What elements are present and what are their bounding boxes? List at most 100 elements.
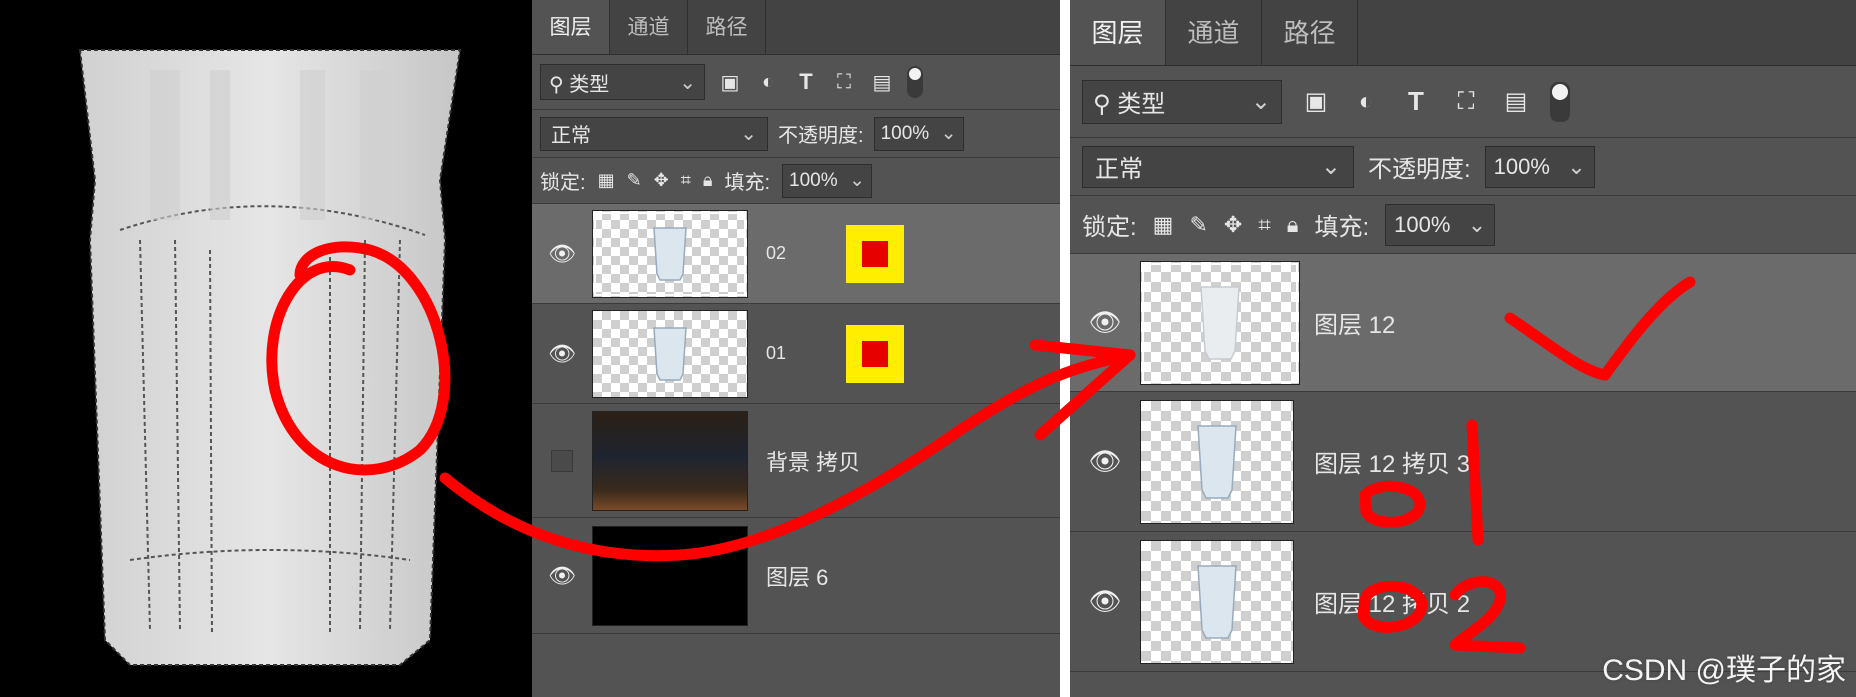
visibility-eye-icon[interactable]: 👁︎: [532, 241, 592, 267]
filter-type-label: 类型: [569, 73, 610, 96]
layer-row[interactable]: 👁︎ 02: [532, 204, 1060, 304]
visibility-eye-icon[interactable]: 👁︎: [1070, 586, 1140, 617]
layer-row[interactable]: 背景 拷贝: [532, 404, 1060, 518]
tab-channels[interactable]: 通道: [610, 0, 688, 54]
opacity-field[interactable]: 100% ⌄: [873, 116, 964, 151]
fill-value: 100%: [789, 169, 838, 191]
layer-thumbnail: [592, 309, 748, 398]
lock-all-icon[interactable]: 🔒︎: [703, 170, 713, 191]
layer-name: 图层 12 拷贝 3: [1314, 451, 1471, 478]
filter-toggle[interactable]: [907, 66, 923, 98]
filter-type-dropdown[interactable]: ⚲ 类型 ⌄: [540, 64, 705, 100]
lock-artboard-icon[interactable]: ⌗: [681, 170, 691, 191]
tab-layers[interactable]: 图层: [532, 0, 610, 54]
type-filter-icon[interactable]: T: [1400, 86, 1432, 117]
opacity-label: 不透明度:: [1368, 156, 1471, 183]
blend-row: 正常 ⌄ 不透明度: 100% ⌄: [532, 110, 1060, 158]
lock-row: 锁定: ▦ ✎ ✥ ⌗ 🔒︎ 填充: 100% ⌄: [1070, 196, 1856, 254]
layer-thumbnail: [592, 525, 748, 626]
opacity-value: 100%: [1493, 153, 1550, 179]
layer-row[interactable]: 👁︎ 图层 12: [1070, 254, 1856, 392]
layer-thumbnail: [1140, 539, 1294, 664]
glass-thumb-icon: [653, 326, 687, 381]
adjustment-filter-icon[interactable]: ◐: [755, 71, 781, 94]
lock-position-icon[interactable]: ✥: [654, 170, 669, 191]
marker-square: [846, 224, 904, 283]
chevron-down-icon: ⌄: [1567, 153, 1586, 179]
lock-position-icon[interactable]: ✥: [1224, 212, 1242, 238]
layer-thumbnail: [1140, 260, 1300, 385]
filter-type-dropdown[interactable]: ⚲ 类型 ⌄: [1082, 79, 1282, 124]
layer-name: 图层 12 拷贝 2: [1314, 591, 1471, 618]
separator: [1060, 0, 1070, 697]
blend-mode-value: 正常: [1095, 156, 1143, 183]
shape-filter-icon[interactable]: ⛶: [1450, 88, 1482, 116]
filter-type-label: 类型: [1117, 91, 1166, 118]
chevron-down-icon: ⌄: [740, 123, 757, 145]
layer-thumbnail: [1140, 399, 1294, 524]
lock-transparent-icon[interactable]: ▦: [598, 170, 615, 191]
tab-paths[interactable]: 路径: [1262, 0, 1358, 65]
panel-tabs: 图层 通道 路径: [532, 0, 1060, 55]
background-copy-thumbnail: [592, 410, 748, 511]
blend-mode-dropdown[interactable]: 正常 ⌄: [540, 116, 768, 151]
layers-panel-left: 图层 通道 路径 ⚲ 类型 ⌄ ▣ ◐ T ⛶ ▤ 正常 ⌄ 不透明度: 100…: [532, 0, 1060, 697]
filter-row: ⚲ 类型 ⌄ ▣ ◐ T ⛶ ▤: [532, 55, 1060, 110]
chevron-down-icon: ⌄: [1467, 211, 1487, 237]
layers-panel-right: 图层 通道 路径 ⚲ 类型 ⌄ ▣ ◐ T ⛶ ▤ 正常 ⌄ 不透明度: 100…: [1070, 0, 1856, 697]
adjustment-filter-icon[interactable]: ◐: [1350, 88, 1382, 116]
layer-name: 图层 6: [766, 564, 829, 590]
layer-name: 02: [766, 243, 787, 263]
lock-transparent-icon[interactable]: ▦: [1153, 212, 1174, 238]
blend-mode-dropdown[interactable]: 正常 ⌄: [1082, 145, 1354, 188]
lock-all-icon[interactable]: 🔒︎: [1287, 212, 1299, 238]
fill-label: 填充:: [724, 172, 771, 194]
fill-field[interactable]: 100% ⌄: [1385, 203, 1496, 246]
chevron-down-icon: ⌄: [849, 170, 866, 191]
layer-thumbnail: [592, 209, 748, 298]
search-icon: ⚲: [549, 73, 564, 96]
layer-row[interactable]: 👁︎ 图层 12 拷贝 3: [1070, 392, 1856, 532]
filter-toggle[interactable]: [1550, 81, 1570, 122]
watermark-text: CSDN @璞子的家: [1602, 654, 1846, 687]
visibility-eye-icon[interactable]: 👁︎: [532, 341, 592, 367]
visibility-eye-icon[interactable]: 👁︎: [1070, 307, 1140, 338]
glass-thumb-icon: [1200, 285, 1240, 360]
fill-label: 填充:: [1314, 214, 1370, 241]
opacity-field[interactable]: 100% ⌄: [1484, 145, 1595, 188]
chevron-down-icon: ⌄: [940, 123, 957, 144]
search-icon: ⚲: [1093, 91, 1111, 118]
visibility-eye-icon[interactable]: 👁︎: [1070, 446, 1140, 477]
lock-paint-icon[interactable]: ✎: [627, 170, 642, 191]
lock-label: 锁定:: [1082, 214, 1137, 241]
lock-artboard-icon[interactable]: ⌗: [1258, 212, 1270, 238]
glass-thumb-icon: [1197, 564, 1237, 639]
tab-paths[interactable]: 路径: [688, 0, 766, 54]
shape-filter-icon[interactable]: ⛶: [831, 71, 857, 94]
chevron-down-icon: ⌄: [679, 71, 696, 94]
opacity-label: 不透明度:: [778, 125, 864, 147]
pixel-filter-icon[interactable]: ▣: [717, 70, 743, 95]
visibility-empty-box[interactable]: [532, 449, 592, 472]
layer-name: 01: [766, 343, 787, 363]
glass-thumb-icon: [1197, 424, 1237, 499]
smart-object-filter-icon[interactable]: ▤: [869, 70, 895, 95]
tab-layers[interactable]: 图层: [1070, 0, 1166, 65]
lock-label: 锁定:: [540, 172, 586, 194]
layer-row[interactable]: 👁︎ 图层 6: [532, 518, 1060, 634]
visibility-eye-icon[interactable]: 👁︎: [532, 563, 592, 589]
pixel-filter-icon[interactable]: ▣: [1300, 87, 1332, 116]
canvas-preview: [0, 0, 532, 697]
opacity-value: 100%: [880, 122, 930, 144]
tab-channels[interactable]: 通道: [1166, 0, 1262, 65]
layer-row[interactable]: 👁︎ 01: [532, 304, 1060, 404]
type-filter-icon[interactable]: T: [793, 69, 819, 95]
filter-row: ⚲ 类型 ⌄ ▣ ◐ T ⛶ ▤: [1070, 66, 1856, 138]
fill-field[interactable]: 100% ⌄: [782, 163, 873, 198]
lock-paint-icon[interactable]: ✎: [1189, 212, 1207, 238]
blend-mode-value: 正常: [551, 125, 591, 147]
chevron-down-icon: ⌄: [1250, 88, 1271, 115]
chevron-down-icon: ⌄: [1320, 153, 1341, 180]
smart-object-filter-icon[interactable]: ▤: [1500, 87, 1532, 116]
lock-row: 锁定: ▦ ✎ ✥ ⌗ 🔒︎ 填充: 100% ⌄: [532, 158, 1060, 204]
